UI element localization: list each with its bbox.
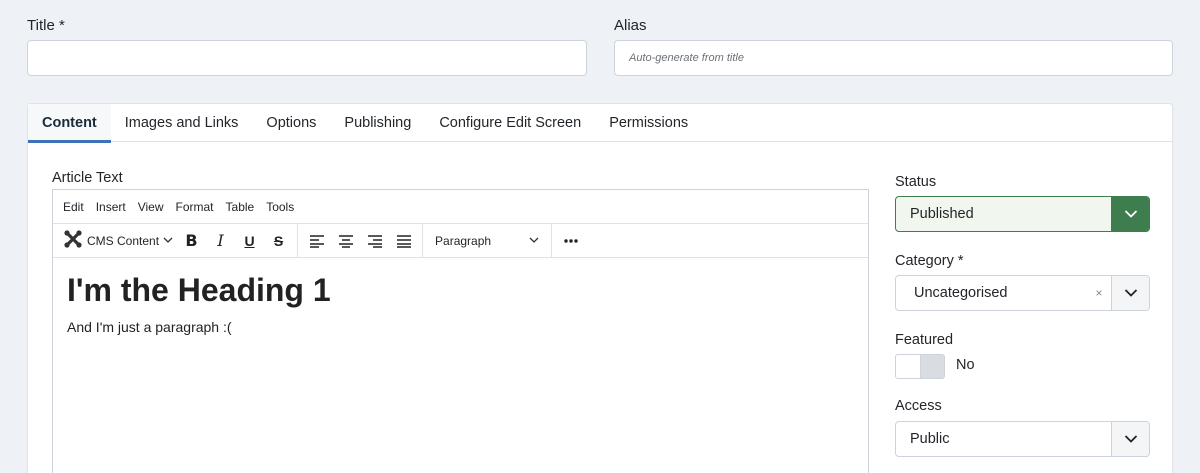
- editor-content-area[interactable]: I'm the Heading 1 And I'm just a paragra…: [53, 258, 868, 349]
- menu-view[interactable]: View: [132, 200, 170, 214]
- bold-icon: B: [185, 231, 198, 250]
- status-select[interactable]: Published: [895, 196, 1150, 232]
- align-center-icon: [338, 234, 353, 248]
- menu-insert[interactable]: Insert: [90, 200, 132, 214]
- editor-menubar: Edit Insert View Format Table Tools: [53, 190, 868, 224]
- underline-icon: U: [244, 232, 255, 249]
- joomla-logo-icon: [63, 229, 83, 252]
- tab-options[interactable]: Options: [252, 104, 330, 142]
- align-left-button[interactable]: [302, 227, 331, 255]
- more-button[interactable]: [556, 227, 585, 255]
- editor-toolbar: CMS Content B I U S Paragraph: [53, 223, 868, 258]
- chevron-down-icon: [529, 234, 539, 248]
- alias-input[interactable]: Auto-generate from title: [614, 40, 1173, 76]
- chevron-down-icon: [163, 234, 173, 248]
- tab-configure-edit-screen[interactable]: Configure Edit Screen: [425, 104, 595, 142]
- chevron-down-icon: [1111, 422, 1149, 456]
- status-label: Status: [895, 174, 937, 190]
- strikethrough-button[interactable]: S: [264, 227, 293, 255]
- tab-permissions[interactable]: Permissions: [595, 104, 702, 142]
- access-select[interactable]: Public: [895, 421, 1150, 457]
- chevron-down-icon: [1111, 197, 1149, 231]
- italic-icon: I: [217, 231, 224, 250]
- bold-button[interactable]: B: [177, 227, 206, 255]
- article-text-label: Article Text: [52, 170, 123, 186]
- align-justify-button[interactable]: [389, 227, 418, 255]
- tab-content[interactable]: Content: [28, 104, 111, 143]
- tab-publishing[interactable]: Publishing: [330, 104, 425, 142]
- align-left-icon: [309, 234, 324, 248]
- featured-value: No: [956, 357, 975, 373]
- chevron-down-icon: [1111, 276, 1149, 310]
- category-select[interactable]: Uncategorised ×: [895, 275, 1150, 311]
- tab-bar: Content Images and Links Options Publish…: [28, 104, 1172, 143]
- more-dots-icon: [563, 238, 578, 243]
- menu-edit[interactable]: Edit: [57, 200, 90, 214]
- strikethrough-icon: S: [273, 232, 284, 249]
- underline-button[interactable]: U: [235, 227, 264, 255]
- cms-content-button[interactable]: CMS Content: [59, 227, 177, 255]
- featured-toggle[interactable]: [895, 354, 945, 379]
- access-label: Access: [895, 398, 942, 414]
- menu-table[interactable]: Table: [220, 200, 261, 214]
- block-format-value: Paragraph: [435, 233, 492, 248]
- menu-tools[interactable]: Tools: [260, 200, 300, 214]
- rich-text-editor: Edit Insert View Format Table Tools CMS …: [52, 189, 869, 473]
- featured-label: Featured: [895, 332, 954, 348]
- title-label: Title *: [27, 17, 65, 34]
- align-center-button[interactable]: [331, 227, 360, 255]
- category-value: Uncategorised: [914, 285, 1008, 301]
- toggle-knob: [896, 355, 921, 378]
- alias-label: Alias: [614, 17, 647, 34]
- block-format-select[interactable]: Paragraph: [427, 227, 547, 255]
- tab-images-and-links[interactable]: Images and Links: [111, 104, 253, 142]
- italic-button[interactable]: I: [206, 227, 235, 255]
- cms-content-label: CMS Content: [87, 233, 160, 248]
- align-right-icon: [367, 234, 382, 248]
- content-heading: I'm the Heading 1: [67, 272, 331, 308]
- title-input[interactable]: [27, 40, 587, 76]
- menu-format[interactable]: Format: [170, 200, 220, 214]
- align-justify-icon: [396, 234, 411, 248]
- status-value: Published: [910, 206, 974, 222]
- content-paragraph: And I'm just a paragraph :(: [67, 319, 232, 335]
- align-right-button[interactable]: [360, 227, 389, 255]
- access-value: Public: [910, 431, 950, 447]
- clear-icon[interactable]: ×: [1087, 286, 1111, 300]
- category-label: Category *: [895, 253, 964, 269]
